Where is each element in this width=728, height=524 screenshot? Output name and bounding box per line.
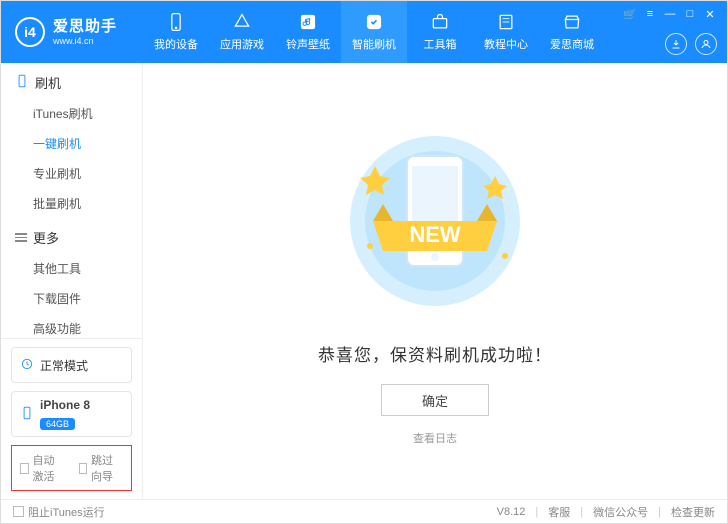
minimize-button[interactable]: — — [663, 7, 677, 21]
phone-icon — [20, 406, 34, 423]
checkbox-label: 阻止iTunes运行 — [28, 504, 105, 520]
nav-label: 教程中心 — [484, 36, 528, 52]
nav-tutorial[interactable]: 教程中心 — [473, 1, 539, 63]
status-bar: 阻止iTunes运行 V8.12 | 客服 | 微信公众号 | 检查更新 — [1, 499, 727, 523]
sidebar-item-pro-flash[interactable]: 专业刷机 — [33, 158, 142, 188]
sidebar: 刷机 iTunes刷机 一键刷机 专业刷机 批量刷机 更多 其 — [1, 63, 143, 499]
flash-icon — [364, 12, 384, 32]
view-log-link[interactable]: 查看日志 — [413, 430, 457, 446]
success-message: 恭喜您，保资料刷机成功啦！ — [318, 341, 552, 366]
main-panel: NEW 恭喜您，保资料刷机成功啦！ 确定 查看日志 — [143, 63, 727, 499]
top-nav: 我的设备 应用游戏 铃声壁纸 智能刷机 工具箱 教程中心 — [143, 1, 623, 63]
book-icon — [496, 12, 516, 32]
ok-button[interactable]: 确定 — [381, 384, 489, 416]
store-icon — [562, 12, 582, 32]
user-button[interactable] — [695, 33, 717, 55]
cart-icon[interactable]: 🛒 — [623, 7, 637, 21]
nav-store[interactable]: 爱思商城 — [539, 1, 605, 63]
toolbox-icon — [430, 12, 450, 32]
download-button[interactable] — [665, 33, 687, 55]
nav-label: 铃声壁纸 — [286, 36, 330, 52]
nav-flash[interactable]: 智能刷机 — [341, 1, 407, 63]
checkbox-auto-activate[interactable]: 自动激活 — [20, 452, 65, 484]
nav-my-device[interactable]: 我的设备 — [143, 1, 209, 63]
storage-badge: 64GB — [40, 418, 75, 430]
options-redbox: 自动激活 跳过向导 — [11, 445, 132, 491]
close-button[interactable]: ✕ — [703, 7, 717, 21]
sidebar-item-advanced[interactable]: 高级功能 — [33, 313, 142, 338]
logo-icon: i4 — [15, 17, 45, 47]
wechat-link[interactable]: 微信公众号 — [593, 504, 648, 520]
support-link[interactable]: 客服 — [548, 504, 570, 520]
apps-icon — [232, 12, 252, 32]
sidebar-item-oneclick-flash[interactable]: 一键刷机 — [33, 128, 142, 158]
sidebar-group-more: 更多 其他工具 下载固件 高级功能 — [1, 218, 142, 338]
sidebar-item-batch-flash[interactable]: 批量刷机 — [33, 188, 142, 218]
shield-icon — [20, 357, 34, 374]
checkbox-label: 跳过向导 — [91, 452, 123, 484]
version-label: V8.12 — [497, 506, 526, 518]
app-logo: i4 爱思助手 www.i4.cn — [1, 1, 143, 63]
menu-icon[interactable]: ≡ — [643, 7, 657, 21]
hamburger-icon — [15, 231, 27, 244]
nav-ringtone[interactable]: 铃声壁纸 — [275, 1, 341, 63]
nav-label: 工具箱 — [424, 36, 457, 52]
app-header: i4 爱思助手 www.i4.cn 我的设备 应用游戏 铃声壁纸 智能刷机 — [1, 1, 727, 63]
sidebar-item-other-tools[interactable]: 其他工具 — [33, 253, 142, 283]
phone-icon — [166, 12, 186, 32]
phone-icon — [15, 74, 29, 91]
group-title: 更多 — [33, 228, 59, 247]
sidebar-item-itunes-flash[interactable]: iTunes刷机 — [33, 98, 142, 128]
check-update-link[interactable]: 检查更新 — [671, 504, 715, 520]
nav-toolbox[interactable]: 工具箱 — [407, 1, 473, 63]
success-illustration: NEW — [325, 126, 545, 319]
nav-label: 我的设备 — [154, 36, 198, 52]
sidebar-group-flash: 刷机 iTunes刷机 一键刷机 专业刷机 批量刷机 — [1, 63, 142, 218]
sidebar-item-download-firmware[interactable]: 下载固件 — [33, 283, 142, 313]
mode-label: 正常模式 — [40, 357, 88, 374]
device-name: iPhone 8 — [20, 398, 123, 412]
group-title: 刷机 — [35, 73, 61, 92]
mode-box[interactable]: 正常模式 — [11, 347, 132, 383]
maximize-button[interactable]: □ — [683, 7, 697, 21]
checkbox-block-itunes[interactable]: 阻止iTunes运行 — [13, 504, 105, 520]
ribbon-text: NEW — [409, 222, 461, 247]
music-icon — [298, 12, 318, 32]
nav-label: 爱思商城 — [550, 36, 594, 52]
device-box[interactable]: iPhone 8 64GB — [11, 391, 132, 437]
checkbox-skip-guide[interactable]: 跳过向导 — [79, 452, 124, 484]
nav-apps[interactable]: 应用游戏 — [209, 1, 275, 63]
nav-label: 应用游戏 — [220, 36, 264, 52]
nav-label: 智能刷机 — [352, 36, 396, 52]
brand-url: www.i4.cn — [53, 36, 117, 47]
checkbox-label: 自动激活 — [33, 452, 65, 484]
brand-name: 爱思助手 — [53, 18, 117, 36]
